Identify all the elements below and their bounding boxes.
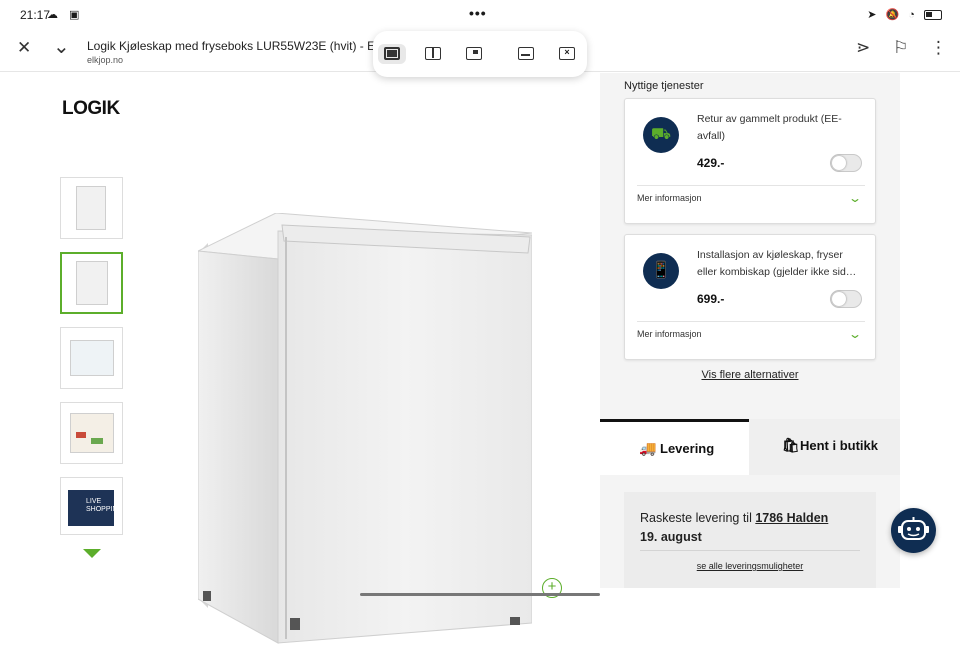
services-heading: Nyttige tjenester [624,80,704,92]
delivery-info: Raskeste levering til 1786 Halden 19. au… [624,492,876,588]
brand-logo: LOGIK [62,98,120,119]
service-card-recycling: ⛟ Retur av gammelt produkt (EE-avfall) 4… [624,98,876,224]
all-delivery-options-link[interactable]: se alle leveringsmuligheter [624,561,876,571]
service-name: Installasjon av kjøleskap, fryser eller … [697,249,857,278]
thumbnail-3[interactable] [60,327,123,389]
thumbnail-2[interactable] [60,252,123,314]
thumbnail-4[interactable] [60,402,123,464]
delivery-tabs: 🚚 Levering 🛍 Hent i butikk [600,419,900,475]
more-info-link[interactable]: Mer informasjon [637,193,702,203]
status-bar: 21:17 ☁ ▣ ••• ➤ 🔕 ◔ [0,0,960,30]
truck-icon: ⛟ [643,117,679,153]
close-icon[interactable]: ✕ [17,38,31,58]
thumbnail-fridge-angle [76,261,108,305]
bookmark-icon[interactable]: ⚐ [893,38,908,58]
more-alternatives-link[interactable]: Vis flere alternativer [600,369,900,381]
service-price: 429.- [697,156,725,170]
page-title: Logik Kjøleskap med fryseboks LUR55W23E … [87,39,394,53]
divider [637,185,865,186]
close-window-button[interactable]: × [553,44,581,64]
more-info-link[interactable]: Mer informasjon [637,329,702,339]
tab-delivery[interactable]: 🚚 Levering [600,419,749,475]
tab-pickup[interactable]: 🛍 Hent i butikk [749,419,900,475]
tab-delivery-label: Levering [660,441,715,456]
delivery-prefix: Raskeste levering til [640,511,756,525]
delivery-city-link[interactable]: 1786 Halden [755,511,828,525]
thumbnail-1[interactable] [60,177,123,239]
chevron-down-icon[interactable]: ⌄ [53,34,70,59]
shopping-bag-icon: 🛍 [782,437,800,453]
thumbnails-scroll-down-icon[interactable] [83,549,101,558]
page-domain: elkjop.no [87,55,124,65]
service-toggle[interactable] [830,154,862,172]
divider [637,321,865,322]
popup-view-icon [466,47,482,60]
thumbnail-fridge-front [76,186,106,230]
delivery-text: Raskeste levering til 1786 Halden 19. au… [640,509,868,547]
split-screen-button[interactable] [419,44,447,64]
video-thumb-label: LIVE SHOPPING [68,490,122,526]
split-screen-icon [425,47,441,60]
status-time: 21:17 [20,8,51,22]
service-card-installation: 📱 Installasjon av kjøleskap, fryser elle… [624,234,876,360]
tab-pickup-label: Hent i butikk [800,438,879,453]
robot-icon [898,517,929,540]
divider [640,550,860,551]
fullscreen-icon [384,47,400,60]
product-image[interactable] [198,213,532,653]
minimize-button[interactable] [512,44,540,64]
product-gallery: LOGIK LIVE SHOPPING + [0,73,600,644]
service-name: Retur av gammelt produkt (EE-avfall) [697,113,842,142]
thumbnail-5-video[interactable]: LIVE SHOPPING [60,477,123,535]
share-icon[interactable]: ⋖ [856,38,870,58]
phone-check-icon: 📱 [643,253,679,289]
multitasking-dots-icon[interactable]: ••• [469,5,487,21]
window-mode-menu: × [373,31,587,77]
fullscreen-mode-button[interactable] [378,44,406,64]
chevron-down-icon[interactable]: ⌄ [848,327,862,341]
status-notification-icons: ☁ ▣ [47,9,84,21]
battery-icon [924,10,942,21]
minimize-icon [518,47,534,60]
chat-assistant-button[interactable] [891,508,936,553]
delivery-date: 19. august [640,530,702,544]
thumbnail-fridge-filled [70,413,114,453]
thumbnail-fridge-open [70,340,114,376]
service-toggle[interactable] [830,290,862,308]
service-price: 699.- [697,292,725,306]
truck-icon: 🚚 [639,440,657,456]
system-icons: ➤ 🔕 ◔ [867,9,918,21]
home-indicator[interactable] [360,593,600,596]
close-window-icon: × [559,47,575,60]
chevron-down-icon[interactable]: ⌄ [848,191,862,205]
status-system-icons: ➤ 🔕 ◔ [867,8,942,21]
services-panel: Nyttige tjenester ⛟ Retur av gammelt pro… [600,73,900,588]
popup-view-button[interactable] [460,44,488,64]
more-menu-icon[interactable]: ⋮ [930,38,947,58]
